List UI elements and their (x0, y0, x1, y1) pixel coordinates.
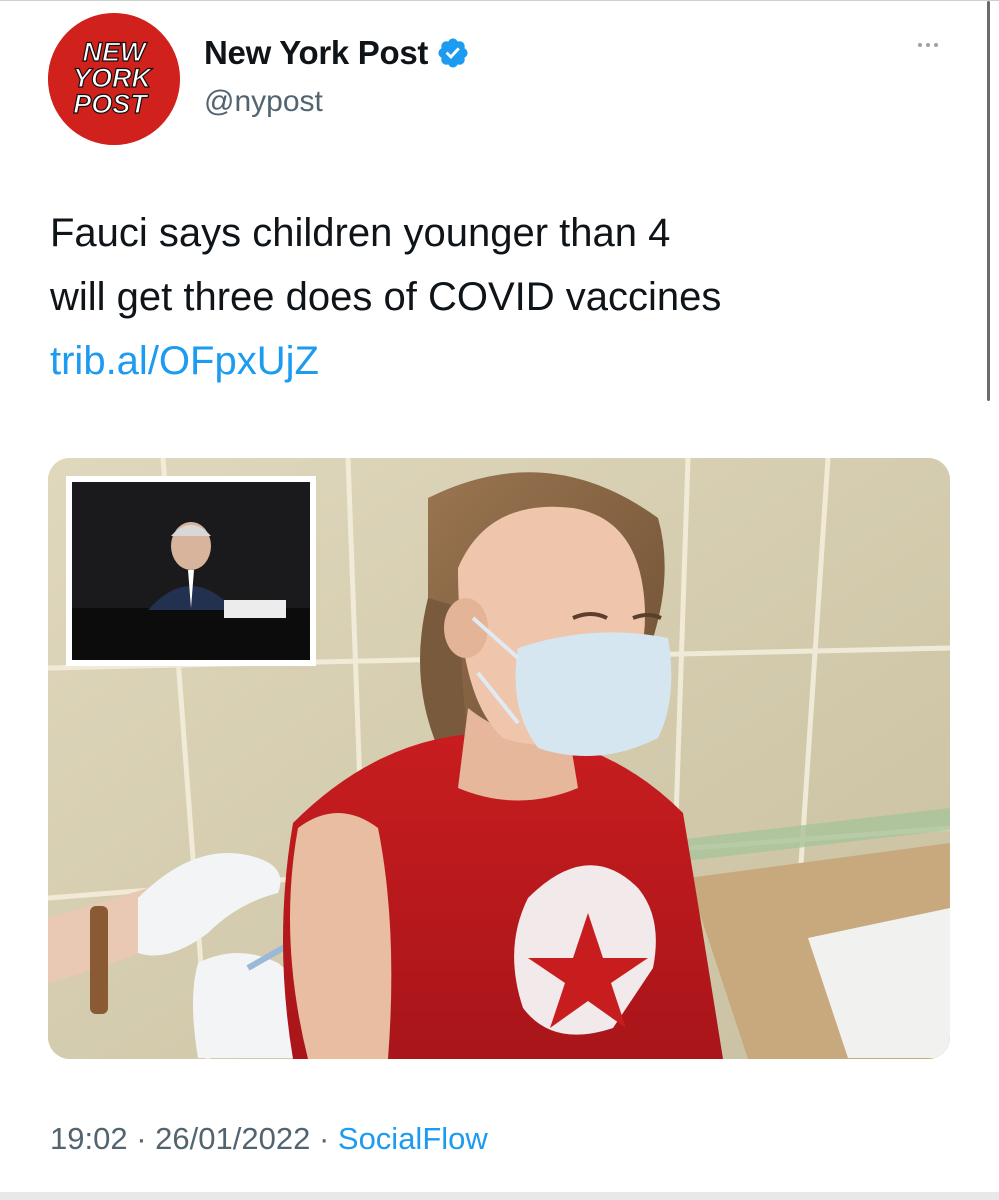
tweet-meta: 19:02 · 26/01/2022 · SocialFlow (50, 1119, 488, 1159)
display-name-row: New York Post (204, 35, 470, 71)
tweet-media-photo[interactable] (48, 458, 950, 1059)
divider (0, 1192, 999, 1200)
vaccination-photo (48, 458, 950, 1059)
avatar[interactable]: NEW YORK POST (48, 13, 180, 145)
verified-badge-icon (436, 36, 470, 70)
tweet-card: NEW YORK POST New York Post @nypost Fauc… (0, 0, 999, 1200)
new-york-post-logo: NEW YORK POST (48, 13, 180, 145)
display-name[interactable]: New York Post (204, 35, 428, 71)
svg-text:POST: POST (73, 89, 149, 119)
tweet-text: Fauci says children younger than 4 will … (50, 201, 950, 393)
account-names: New York Post @nypost (204, 35, 470, 119)
scrollbar[interactable] (987, 1, 990, 401)
tweet-time[interactable]: 19:02 (50, 1121, 128, 1156)
more-options-icon[interactable] (908, 35, 948, 55)
tweet-header: NEW YORK POST New York Post @nypost (48, 13, 948, 145)
tweet-link[interactable]: trib.al/OFpxUjZ (50, 329, 950, 393)
meta-separator: · (318, 1121, 330, 1156)
account-handle[interactable]: @nypost (204, 85, 470, 119)
dot (934, 43, 938, 47)
tweet-date[interactable]: 26/01/2022 (155, 1121, 310, 1156)
meta-separator: · (136, 1121, 147, 1156)
dot (926, 43, 930, 47)
dot (918, 43, 922, 47)
tweet-text-line: Fauci says children younger than 4 (50, 211, 671, 255)
tweet-source-link[interactable]: SocialFlow (338, 1121, 488, 1156)
tweet-text-line: will get three does of COVID vaccines (50, 275, 722, 319)
